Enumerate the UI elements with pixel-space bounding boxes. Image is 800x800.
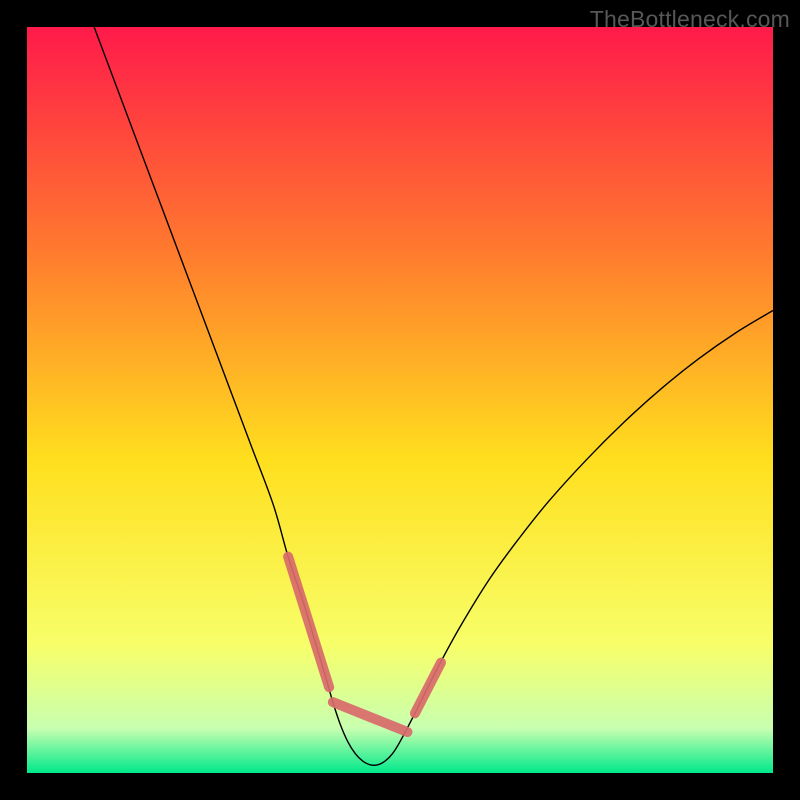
gradient-background (27, 27, 773, 773)
bottleneck-chart (27, 27, 773, 773)
chart-frame: TheBottleneck.com (0, 0, 800, 800)
watermark-text: TheBottleneck.com (590, 6, 790, 33)
